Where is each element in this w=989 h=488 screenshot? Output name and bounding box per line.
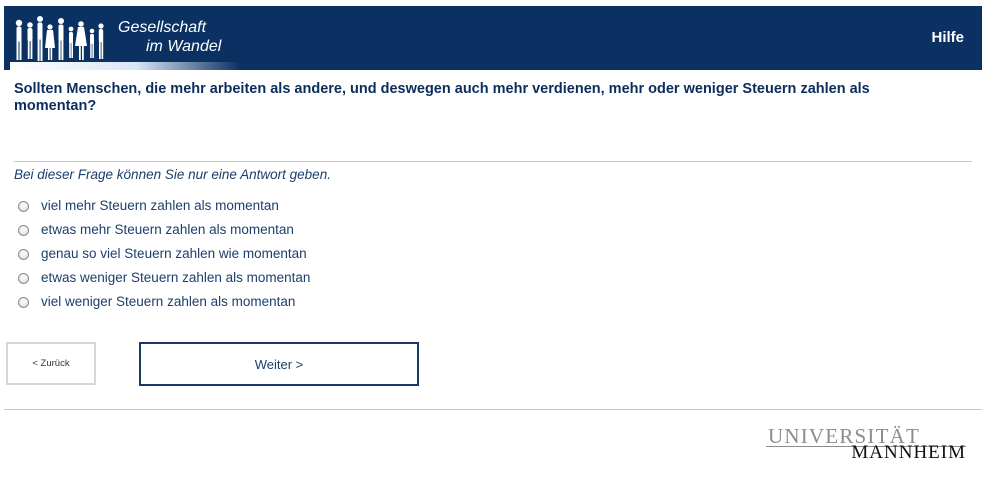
footer-divider xyxy=(4,409,982,410)
radio-button[interactable] xyxy=(18,224,29,236)
answer-options: viel mehr Steuern zahlen als momentan et… xyxy=(18,193,310,313)
answer-option-label: etwas mehr Steuern zahlen als momentan xyxy=(41,221,294,237)
people-silhouettes-icon xyxy=(15,16,104,61)
radio-button[interactable] xyxy=(18,272,29,284)
answer-option-3[interactable]: genau so viel Steuern zahlen wie momenta… xyxy=(18,241,310,265)
radio-button[interactable] xyxy=(18,248,29,260)
logo-line2: im Wandel xyxy=(146,38,222,55)
question-text: Sollten Menschen, die mehr arbeiten als … xyxy=(14,81,870,114)
university-logo-line2: MANNHEIM xyxy=(851,442,966,463)
next-button[interactable]: Weiter > xyxy=(139,342,419,386)
logo-wordmark: Gesellschaft im Wandel xyxy=(118,18,221,56)
radio-button[interactable] xyxy=(18,296,29,308)
university-mannheim-logo: UNIVERSITÄT MANNHEIM xyxy=(766,424,968,463)
answer-option-label: etwas weniger Steuern zahlen als momenta… xyxy=(41,269,311,285)
answer-option-1[interactable]: viel mehr Steuern zahlen als momentan xyxy=(18,193,310,217)
help-link[interactable]: Hilfe xyxy=(931,29,964,46)
answer-option-5[interactable]: viel weniger Steuern zahlen als momentan xyxy=(18,289,310,313)
answer-option-label: viel mehr Steuern zahlen als momentan xyxy=(41,197,279,213)
radio-button[interactable] xyxy=(18,200,29,212)
logo-line1: Gesellschaft xyxy=(118,19,207,36)
answer-option-2[interactable]: etwas mehr Steuern zahlen als momentan xyxy=(18,217,310,241)
answer-option-label: genau so viel Steuern zahlen wie momenta… xyxy=(41,245,307,261)
instruction-text: Bei dieser Frage können Sie nur eine Ant… xyxy=(14,167,331,182)
back-button[interactable]: < Zurück xyxy=(6,342,96,385)
answer-option-4[interactable]: etwas weniger Steuern zahlen als momenta… xyxy=(18,265,310,289)
gesellschaft-im-wandel-logo: Gesellschaft im Wandel xyxy=(10,15,250,70)
answer-option-label: viel weniger Steuern zahlen als momentan xyxy=(41,293,296,309)
question-divider xyxy=(14,161,972,162)
header-banner: Gesellschaft im Wandel Hilfe xyxy=(4,6,982,70)
